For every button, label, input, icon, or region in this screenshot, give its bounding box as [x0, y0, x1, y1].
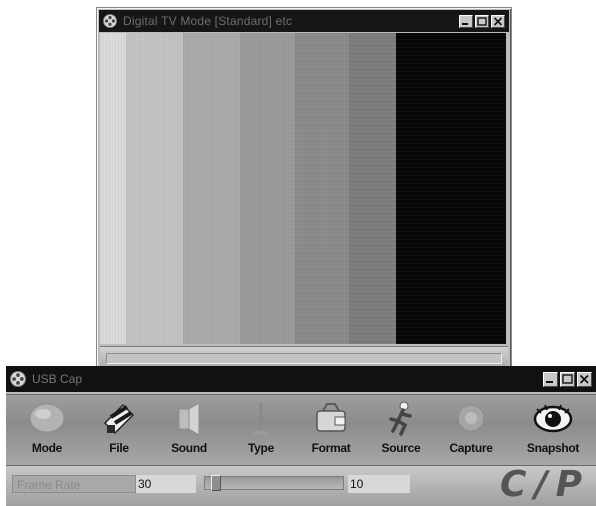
minimize-button[interactable]	[543, 371, 558, 387]
preview-titlebar[interactable]: Digital TV Mode [Standard] etc	[99, 10, 509, 32]
color-bar-1	[100, 33, 126, 344]
maximize-button[interactable]	[475, 14, 489, 28]
mode-label: Mode	[31, 441, 63, 455]
source-button[interactable]: Source	[368, 395, 434, 465]
format-button[interactable]: Format	[298, 395, 364, 465]
mode-icon	[29, 403, 65, 433]
type-label: Type	[248, 441, 274, 455]
capture-button[interactable]: Capture	[438, 395, 504, 465]
toolbar-window: USB Cap Mode File Sound Type Format Sour…	[6, 366, 596, 506]
close-icon	[493, 16, 503, 26]
minimize-icon	[546, 380, 553, 383]
sound-label: Sound	[171, 441, 207, 455]
type-button[interactable]: Type	[228, 395, 294, 465]
sound-button[interactable]: Sound	[156, 395, 222, 465]
file-icon	[103, 403, 135, 435]
capture-label: Capture	[449, 441, 493, 455]
color-bar-4	[239, 33, 295, 344]
color-bar-2	[125, 33, 183, 344]
preview-window: Digital TV Mode [Standard] etc	[96, 7, 512, 373]
file-button[interactable]: File	[86, 395, 152, 465]
close-button[interactable]	[491, 14, 505, 28]
slider-thumb[interactable]	[211, 475, 221, 491]
minimize-icon	[462, 22, 468, 25]
brand-logo: C/P	[500, 464, 590, 505]
capture-icon	[457, 404, 485, 432]
snapshot-button[interactable]: Snapshot	[520, 395, 586, 465]
mode-button[interactable]: Mode	[14, 395, 80, 465]
status-field	[106, 353, 502, 364]
color-bar-5	[294, 33, 350, 344]
source-label: Source	[381, 441, 421, 455]
toolbar-title: USB Cap	[32, 372, 83, 386]
source-icon	[389, 401, 412, 436]
level-value[interactable]: 10	[348, 475, 410, 493]
maximize-icon	[562, 373, 573, 384]
video-preview	[100, 33, 506, 344]
color-bar-3	[182, 33, 240, 344]
snapshot-label: Snapshot	[526, 441, 580, 455]
app-reel-icon	[103, 14, 117, 28]
close-icon	[579, 374, 589, 384]
format-icon	[316, 403, 346, 432]
maximize-icon	[477, 16, 487, 26]
toolbar-titlebar[interactable]: USB Cap	[6, 366, 596, 392]
tool-strip: Mode File Sound Type Format Source Captu…	[6, 394, 596, 466]
sound-icon	[178, 402, 200, 436]
window-title: Digital TV Mode [Standard] etc	[123, 14, 293, 28]
type-icon	[253, 403, 269, 436]
settings-strip: Frame Rate 30 10 C/P	[6, 466, 596, 506]
frame-rate-value[interactable]: 30	[136, 475, 196, 493]
snapshot-icon	[533, 404, 573, 433]
level-slider[interactable]	[204, 475, 344, 491]
maximize-button[interactable]	[560, 371, 575, 387]
close-button[interactable]	[577, 371, 592, 387]
minimize-button[interactable]	[459, 14, 473, 28]
format-label: Format	[311, 441, 351, 455]
color-bar-6	[349, 33, 397, 344]
app-reel-icon	[10, 371, 26, 387]
color-bar-7	[396, 33, 506, 344]
file-label: File	[109, 441, 129, 455]
frame-rate-label: Frame Rate	[12, 475, 136, 493]
